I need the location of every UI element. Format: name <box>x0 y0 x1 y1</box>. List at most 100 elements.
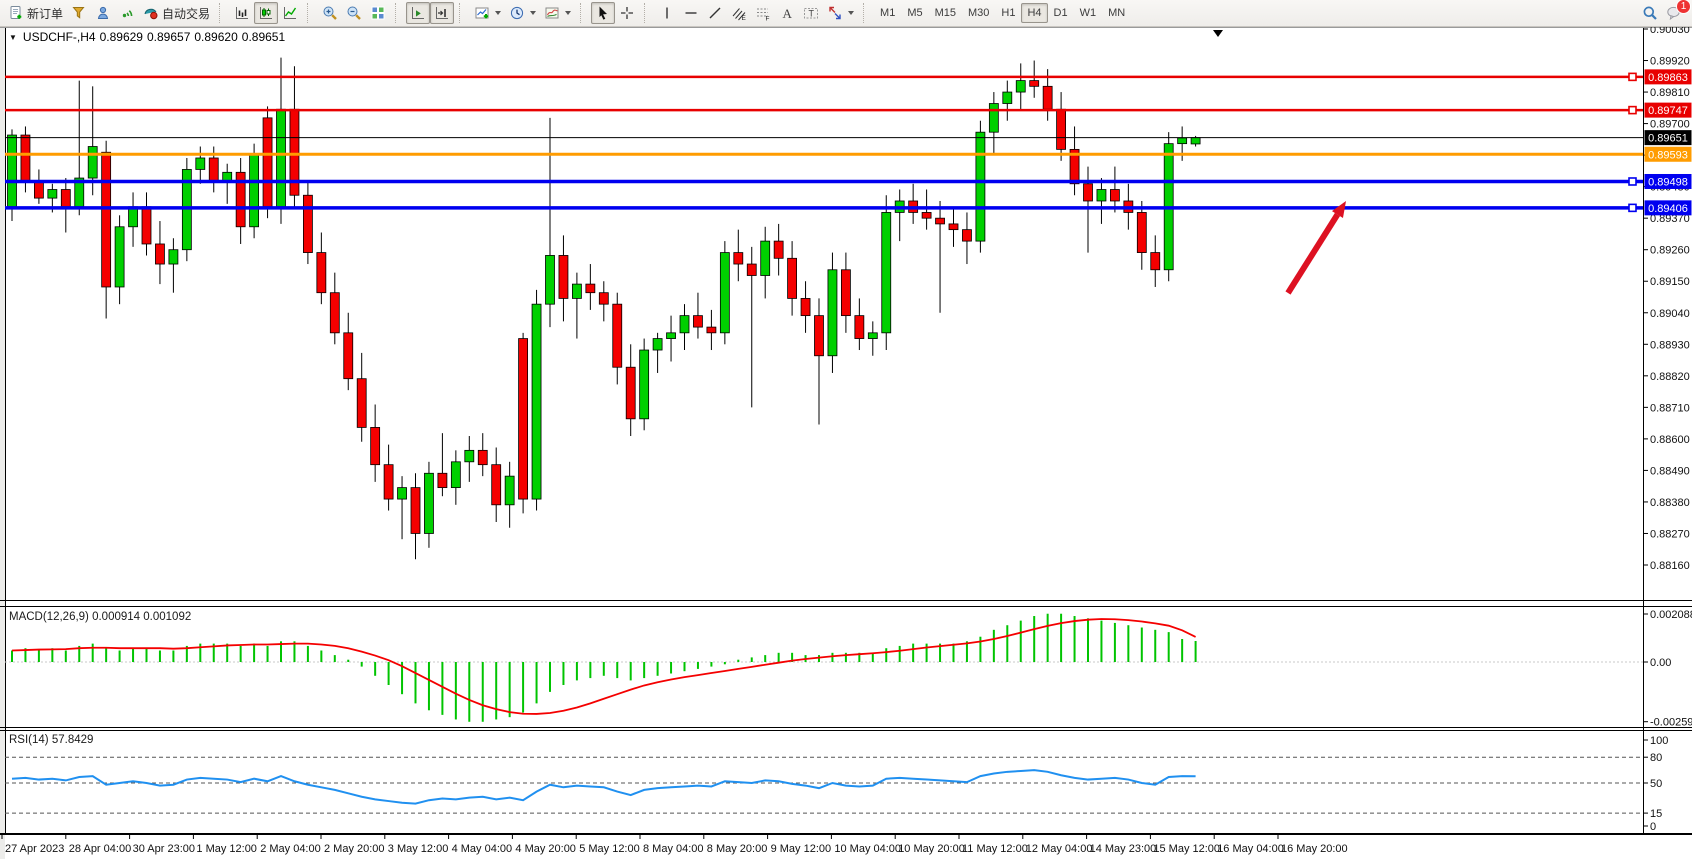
label-t-icon: T <box>803 5 819 21</box>
chart-window[interactable]: 0.900300.899200.898100.897000.895900.894… <box>0 27 1692 859</box>
svg-text:T: T <box>809 9 815 19</box>
vertical-line-button[interactable] <box>655 2 679 24</box>
price-tick-label: 0.89150 <box>1650 276 1690 288</box>
timeframe-m1[interactable]: M1 <box>874 3 901 23</box>
level-endpoint-marker[interactable] <box>1629 204 1636 211</box>
candle-body <box>1084 184 1093 201</box>
price-tick-label: 0.89260 <box>1650 245 1690 257</box>
zoom-group <box>318 0 390 26</box>
price-tick-label: 0.88820 <box>1650 371 1690 383</box>
timeframe-d1[interactable]: D1 <box>1048 3 1074 23</box>
candle-body <box>519 339 528 500</box>
indicators-button[interactable] <box>470 2 505 24</box>
tile-windows-button[interactable] <box>366 2 390 24</box>
toolbar-right-group: 1 <box>1638 2 1686 24</box>
zoom-in-button[interactable] <box>318 2 342 24</box>
auto-scroll-button[interactable] <box>406 2 430 24</box>
line-chart-button[interactable] <box>278 2 302 24</box>
horizontal-line-button[interactable] <box>679 2 703 24</box>
cursor-icon <box>595 5 611 21</box>
candle-body <box>250 155 259 227</box>
search-icon <box>1642 5 1658 21</box>
bar-chart-button[interactable] <box>230 2 254 24</box>
level-endpoint-marker[interactable] <box>1629 107 1636 114</box>
fibo-icon: F <box>755 5 771 21</box>
candle-body <box>1191 138 1200 144</box>
rsi-line <box>12 770 1196 804</box>
templates-button[interactable] <box>540 2 575 24</box>
symbol-collapse-icon[interactable]: ▼ <box>9 33 17 42</box>
candle-body <box>936 218 945 224</box>
level-endpoint-marker[interactable] <box>1629 73 1636 80</box>
arrows-button[interactable] <box>823 2 858 24</box>
chevron-down-icon <box>848 11 854 15</box>
candle-body <box>599 293 608 304</box>
bar-chart-icon <box>234 5 250 21</box>
timeframe-w1[interactable]: W1 <box>1074 3 1103 23</box>
toolbar-separator <box>459 3 466 23</box>
candle-body <box>720 253 729 333</box>
candle-body <box>398 488 407 499</box>
trade-group: 新订单 自动交易 <box>4 0 214 26</box>
candle-body <box>1151 253 1160 270</box>
toolbar-separator <box>644 3 651 23</box>
equidistant-channel-button[interactable]: E <box>727 2 751 24</box>
chart-header: ▼ USDCHF-,H4 0.89629 0.89657 0.89620 0.8… <box>9 30 285 44</box>
text-button[interactable]: A <box>775 2 799 24</box>
contacts-button[interactable] <box>91 2 115 24</box>
candlesticks <box>8 58 1201 560</box>
timeframe-h1[interactable]: H1 <box>995 3 1021 23</box>
chart-shift-button[interactable] <box>430 2 454 24</box>
user-icon <box>95 5 111 21</box>
candle-body <box>828 270 837 356</box>
timeframe-m15[interactable]: M15 <box>929 3 962 23</box>
candle-body <box>532 304 541 499</box>
notification-badge: 1 <box>1676 0 1691 14</box>
candlestick-chart-button[interactable] <box>254 2 278 24</box>
search-button[interactable] <box>1638 2 1662 24</box>
candle-body <box>61 190 70 207</box>
time-tick-label: 2 May 20:00 <box>324 843 385 855</box>
zoom-out-button[interactable] <box>342 2 366 24</box>
text-label-button[interactable]: T <box>799 2 823 24</box>
cursor-button[interactable] <box>591 2 615 24</box>
timeframe-mn[interactable]: MN <box>1102 3 1131 23</box>
candle-body <box>492 465 501 505</box>
price-badge-label: 0.89593 <box>1648 149 1688 161</box>
candle-body <box>102 152 111 287</box>
ohlc-open: 0.89629 <box>100 30 143 44</box>
timeframe-h4[interactable]: H4 <box>1021 3 1047 23</box>
trend-arrow-annotation[interactable] <box>1288 215 1337 293</box>
candle-body <box>1110 190 1119 201</box>
periods-button[interactable] <box>505 2 540 24</box>
toolbar-separator <box>219 3 226 23</box>
signal-icon <box>119 5 135 21</box>
candle-body <box>505 476 514 505</box>
chart-canvas[interactable]: 0.900300.899200.898100.897000.895900.894… <box>0 27 1692 859</box>
timeframe-m5[interactable]: M5 <box>901 3 928 23</box>
ohlc-low: 0.89620 <box>194 30 237 44</box>
candle-body <box>371 427 380 464</box>
fibonacci-button[interactable]: F <box>751 2 775 24</box>
macd-label: MACD(12,26,9) 0.000914 0.001092 <box>9 611 191 623</box>
chart-shift-marker[interactable] <box>1213 30 1223 37</box>
new-order-button[interactable]: 新订单 <box>4 2 67 24</box>
toolbar-separator <box>863 3 870 23</box>
notifications-button[interactable]: 1 <box>1662 2 1686 24</box>
metaeditor-button[interactable] <box>67 2 91 24</box>
level-endpoint-marker[interactable] <box>1629 178 1636 185</box>
price-tick-label: 0.88710 <box>1650 402 1690 414</box>
candle-body <box>1137 212 1146 252</box>
crosshair-button[interactable] <box>615 2 639 24</box>
trendline-button[interactable] <box>703 2 727 24</box>
auto-trading-button[interactable]: 自动交易 <box>139 2 214 24</box>
candle-body <box>48 190 57 199</box>
timeframe-m30[interactable]: M30 <box>962 3 995 23</box>
rsi-tick-label: 50 <box>1650 778 1662 790</box>
clock-icon <box>509 5 525 21</box>
candle-body <box>21 135 30 181</box>
candle-body <box>465 450 474 461</box>
signals-button[interactable] <box>115 2 139 24</box>
candle-body <box>559 255 568 298</box>
candle-body <box>680 316 689 333</box>
